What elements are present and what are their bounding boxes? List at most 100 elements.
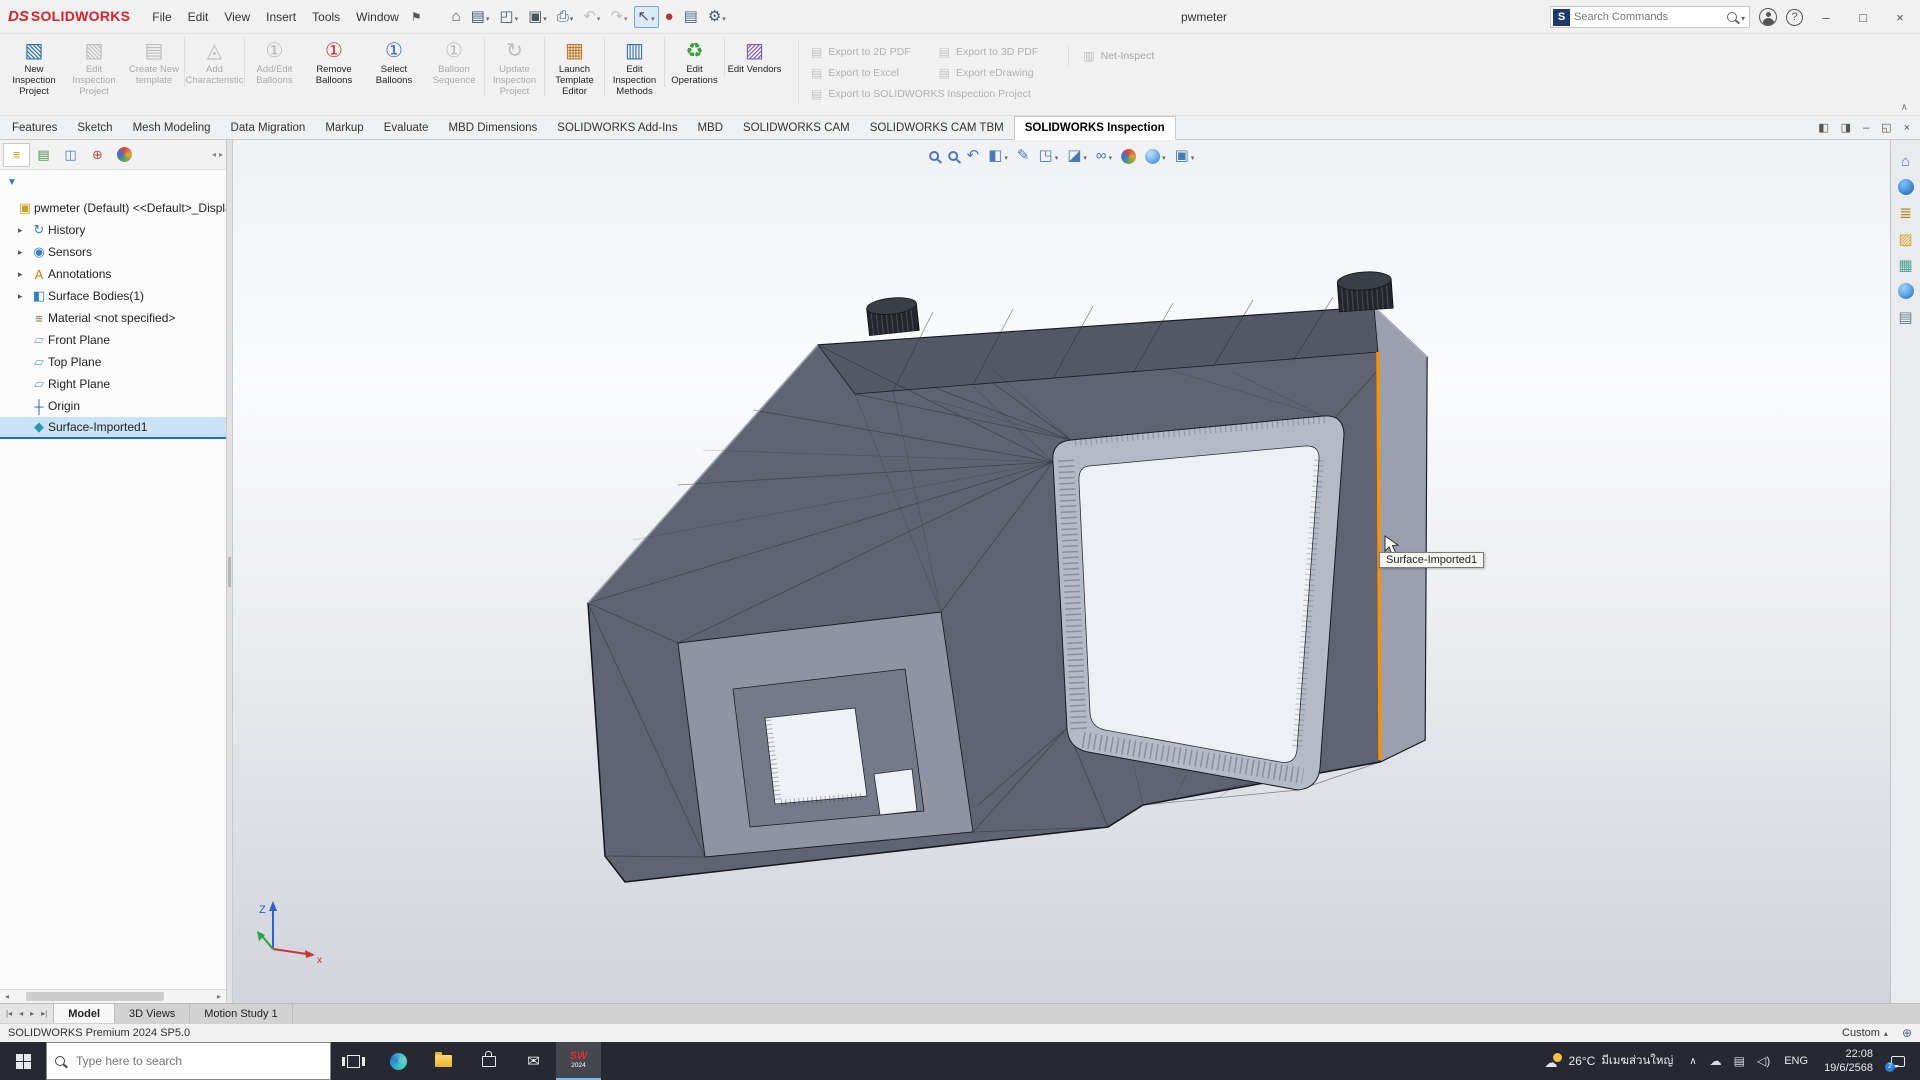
previous-view-button[interactable]: ↶ [964,144,983,168]
start-button[interactable] [0,1042,46,1080]
appearances-icon[interactable] [1891,278,1920,304]
edit-inspection-project-button[interactable]: ▧ Edit Inspection Project [64,37,124,97]
report-icon[interactable]: ▤ [680,6,702,28]
solidworks-app-button[interactable]: SW 2024 [556,1042,601,1080]
launch-template-editor-button[interactable]: ▦ Launch Template Editor [544,37,604,97]
menu-item[interactable]: Edit [180,0,217,34]
panel-scrollbar[interactable]: ◂ ▸ [0,989,226,1003]
add-edit-balloons-button[interactable]: ① Add/Edit Balloons [244,37,304,87]
export-edrawing-button[interactable]: ▤ Export eDrawing [939,62,1039,83]
tab-nav-button[interactable]: ◂ [17,1009,25,1018]
home-icon[interactable]: ⌂ [1891,148,1920,174]
featuremanager-tab[interactable]: ≡ [3,143,30,167]
tree-item-front-plane[interactable]: ▱ Front Plane [0,329,226,351]
edit-appearance-button[interactable] [1118,144,1139,168]
globe-icon[interactable]: ⊕ [1902,1026,1912,1040]
select-balloons-button[interactable]: ① Select Balloons [364,37,424,87]
scrollbar-thumb[interactable] [26,992,165,1001]
model-mesh[interactable] [233,140,1890,1003]
doc-close-button[interactable]: × [1904,117,1910,139]
command-search-input[interactable] [1574,11,1727,23]
tray-expand-icon[interactable]: ∧ [1682,1056,1703,1067]
command-tab[interactable]: MBD [687,117,733,139]
zoom-to-fit-button[interactable] [926,144,942,168]
tree-item-material[interactable]: ≡ Material <not specified> [0,307,226,329]
zoom-to-area-button[interactable] [945,144,961,168]
tree-item-surface-bodies[interactable]: ◧ Surface Bodies(1) [0,285,226,307]
command-tab[interactable]: Features [2,117,67,139]
scroll-right-icon[interactable]: ▸ [212,992,226,1001]
panel-tab-scroll-left[interactable]: ◂ [212,150,216,159]
expander-icon[interactable] [18,247,30,258]
tab-nav-button[interactable]: ▸ [28,1009,36,1018]
viewport-3d[interactable]: ↶ ◧ ✎ ◳ ◪ ∞ [233,140,1890,1003]
undo-button[interactable]: ↶ [579,6,604,28]
command-tab[interactable]: Sketch [67,117,122,139]
maximize-button[interactable]: □ [1849,10,1877,25]
custom-properties-icon[interactable]: ▤ [1891,304,1920,330]
chevron-down-icon[interactable] [1741,10,1749,24]
language-indicator[interactable]: ENG [1776,1055,1816,1067]
tree-item-right-plane[interactable]: ▱ Right Plane [0,373,226,395]
home-button[interactable]: ⌂ [448,6,465,28]
tree-item-history[interactable]: ↻ History [0,219,226,241]
clock[interactable]: 22:08 19/6/2568 [1816,1047,1881,1076]
print-button[interactable]: ⎙ [553,6,578,28]
account-icon[interactable] [1759,8,1777,26]
add-characteristic-button[interactable]: ◬ Add Characteristic [184,37,244,87]
pin-icon[interactable]: ⚑ [411,10,422,24]
menu-item[interactable]: Window [348,0,407,34]
close-button[interactable]: × [1886,10,1914,25]
tree-item-top-plane[interactable]: ▱ Top Plane [0,351,226,373]
displaymanager-tab[interactable] [111,143,138,167]
weather-widget[interactable]: ☁ 26°C มีเมฆส่วนใหญ่ [1536,1052,1683,1070]
tab-nav-button[interactable]: |◂ [4,1009,14,1018]
expander-icon[interactable] [18,291,30,302]
view-settings-button[interactable]: ▣ [1172,144,1198,168]
knurled-knob[interactable] [1337,270,1394,312]
configurationmanager-tab[interactable]: ◫ [57,143,84,167]
command-tab[interactable]: Mesh Modeling [123,117,221,139]
3d-views-tab[interactable]: 3D Views [115,1004,190,1023]
notification-center-icon[interactable]: 2 [1881,1056,1915,1067]
dock-right-icon[interactable]: ◨ [1841,117,1851,139]
design-library-icon[interactable]: ≣ [1891,200,1920,226]
display-style-button[interactable]: ◪ [1064,144,1090,168]
solidworks-resources-icon[interactable] [1891,174,1920,200]
search-icon[interactable] [1727,12,1737,22]
expander-icon[interactable] [18,269,30,280]
menu-item[interactable]: Tools [304,0,348,34]
store-button[interactable] [466,1042,511,1080]
select-tool-button[interactable]: ↖ [634,6,659,28]
edit-operations-button[interactable]: ♻ Edit Operations [664,37,724,87]
remove-balloons-button[interactable]: ① Remove Balloons [304,37,364,87]
net-inspect-button[interactable]: ▥ Net-Inspect [1068,45,1154,66]
balloon-sequence-button[interactable]: ① Balloon Sequence [424,37,484,87]
help-icon[interactable]: ? [1786,9,1803,26]
taskbar-search-input[interactable] [76,1054,322,1068]
tree-item-annotations[interactable]: A Annotations [0,263,226,285]
export-sw-inspection-button[interactable]: ▤ Export to SOLIDWORKS Inspection Projec… [811,83,1038,104]
view-palette-icon[interactable]: ▦ [1891,252,1920,278]
expander-icon[interactable] [18,225,30,236]
dimxpertmanager-tab[interactable]: ⊕ [84,143,111,167]
motion-study-tab[interactable]: Motion Study 1 [190,1004,292,1023]
hide-show-items-button[interactable]: ∞ [1093,144,1115,168]
command-tab[interactable]: Data Migration [221,117,316,139]
edge-browser-button[interactable] [376,1042,421,1080]
model-tab[interactable]: Model [54,1004,115,1023]
new-document-button[interactable]: ▤ [467,6,494,28]
menu-item[interactable]: Insert [258,0,304,34]
volume-icon[interactable]: ◁) [1751,1054,1776,1068]
doc-restore-button[interactable]: ◱ [1881,117,1891,139]
command-tab[interactable]: Markup [315,117,373,139]
ribbon-collapse-icon[interactable]: ∧ [1901,102,1908,113]
open-button[interactable]: ◰ [495,6,522,28]
new-inspection-project-button[interactable]: ▧ New Inspection Project [4,37,64,97]
options-gear-button[interactable]: ⚙ [704,6,730,28]
units-selector[interactable]: Custom ▴ [1842,1027,1888,1039]
command-tab[interactable]: SOLIDWORKS Inspection [1014,116,1176,140]
task-view-button[interactable] [331,1042,376,1080]
minimize-button[interactable]: – [1812,10,1840,25]
file-explorer-icon[interactable]: ▨ [1891,226,1920,252]
